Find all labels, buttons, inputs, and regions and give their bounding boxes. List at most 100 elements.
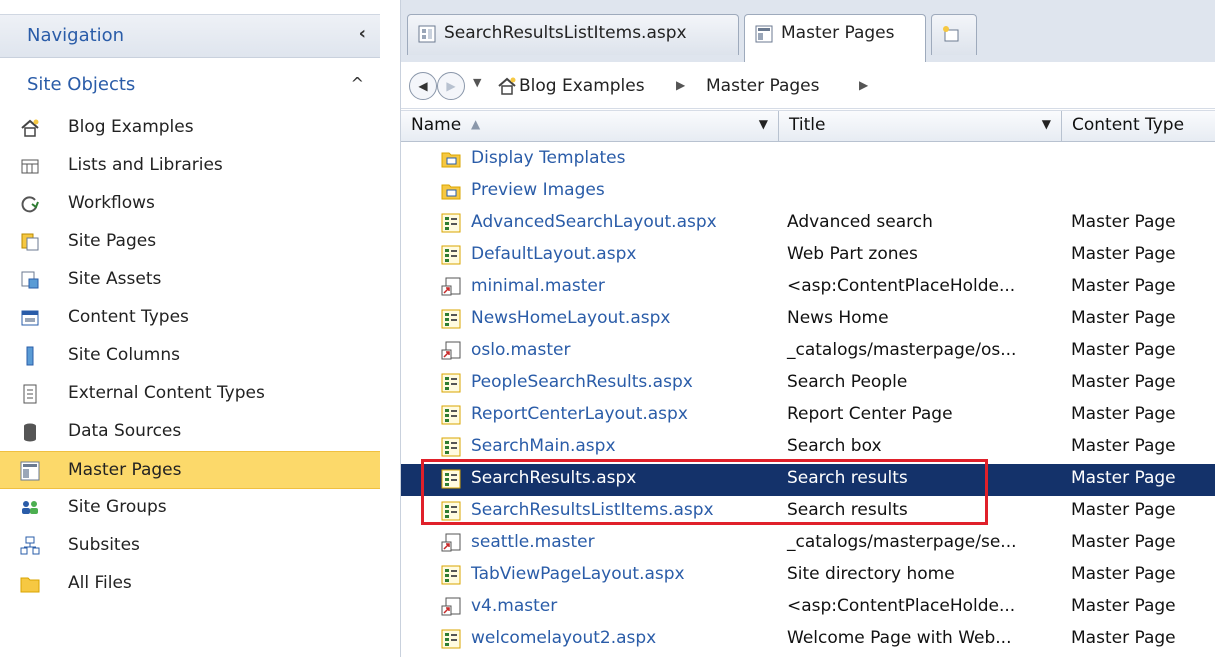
table-row[interactable]: Preview Images — [401, 176, 1215, 208]
home-icon — [498, 77, 516, 95]
sidebar-item-label: All Files — [68, 573, 132, 593]
collapse-pane-icon[interactable]: ‹ — [359, 23, 366, 44]
address-bar: ◀ ▶ ▼ Blog Examples ▶ Master Pages ▶ — [401, 62, 1215, 109]
file-title: News Home — [787, 308, 889, 328]
table-row[interactable]: seattle.master _catalogs/masterpage/se...… — [401, 528, 1215, 560]
tab-strip: SearchResultsListItems.aspx Master Pages — [401, 0, 1215, 63]
back-button[interactable]: ◀ — [409, 72, 437, 100]
column-header-title[interactable]: Title ▼ — [779, 111, 1062, 141]
sidebar-item-label: External Content Types — [68, 383, 265, 403]
pages-icon — [21, 233, 39, 251]
file-name[interactable]: DefaultLayout.aspx — [471, 244, 636, 264]
collapse-section-icon[interactable]: ^ — [351, 74, 364, 93]
column-header-content-type[interactable]: Content Type — [1062, 111, 1215, 141]
file-name[interactable]: TabViewPageLayout.aspx — [471, 564, 685, 584]
history-dropdown-icon[interactable]: ▼ — [473, 76, 481, 89]
file-title: Web Part zones — [787, 244, 918, 264]
breadcrumb-separator-icon[interactable]: ▶ — [859, 78, 868, 92]
file-name[interactable]: SearchMain.aspx — [471, 436, 616, 456]
table-row[interactable]: NewsHomeLayout.aspx News Home Master Page — [401, 304, 1215, 336]
tab-label: SearchResultsListItems.aspx — [444, 23, 687, 43]
table-row[interactable]: ReportCenterLayout.aspx Report Center Pag… — [401, 400, 1215, 432]
tab-master-pages[interactable]: Master Pages — [744, 14, 926, 63]
master-page-file-icon — [441, 277, 461, 296]
filter-dropdown-icon[interactable]: ▼ — [759, 117, 768, 131]
file-title: <asp:ContentPlaceHolde... — [787, 596, 1016, 616]
sidebar-item-label: Content Types — [68, 307, 189, 327]
external-icon — [23, 384, 37, 404]
file-name[interactable]: welcomelayout2.aspx — [471, 628, 656, 648]
table-row[interactable]: AdvancedSearchLayout.aspx Advanced search… — [401, 208, 1215, 240]
file-name[interactable]: PeopleSearchResults.aspx — [471, 372, 693, 392]
sidebar-item-label: Subsites — [68, 535, 140, 555]
workflow-icon — [21, 196, 39, 213]
page-layout-icon — [441, 437, 461, 457]
table-row[interactable]: Display Templates — [401, 144, 1215, 176]
page-file-icon — [418, 25, 436, 43]
sidebar-item-master-pages[interactable]: Master Pages — [0, 451, 380, 489]
folder-icon — [441, 152, 461, 168]
breadcrumb-separator-icon[interactable]: ▶ — [676, 78, 685, 92]
breadcrumb-blog-examples[interactable]: Blog Examples — [519, 76, 645, 96]
file-name[interactable]: AdvancedSearchLayout.aspx — [471, 212, 717, 232]
sidebar-item-site-pages[interactable]: Site Pages — [0, 223, 380, 261]
file-title: Report Center Page — [787, 404, 953, 424]
sidebar-item-workflows[interactable]: Workflows — [0, 185, 380, 223]
table-row[interactable]: PeopleSearchResults.aspx Search People Mas… — [401, 368, 1215, 400]
groups-icon — [22, 501, 38, 514]
file-name[interactable]: oslo.master — [471, 340, 570, 360]
sidebar-item-data-sources[interactable]: Data Sources — [0, 413, 380, 451]
file-name[interactable]: ReportCenterLayout.aspx — [471, 404, 688, 424]
sidebar-item-label: Lists and Libraries — [68, 155, 223, 175]
page-layout-icon — [441, 373, 461, 393]
file-content-type: Master Page — [1071, 340, 1176, 360]
file-name[interactable]: Display Templates — [471, 148, 626, 168]
file-name[interactable]: NewsHomeLayout.aspx — [471, 308, 670, 328]
column-headers: Name ▲ ▼ Title ▼ Content Type — [401, 110, 1215, 142]
site-objects-list: Blog Examples Lists and Libraries Workflow… — [0, 109, 380, 603]
sort-ascending-icon: ▲ — [471, 117, 481, 131]
site-objects-header[interactable]: Site Objects ^ — [0, 68, 380, 104]
tab-searchresultslistitems[interactable]: SearchResultsListItems.aspx — [407, 14, 739, 55]
forward-button[interactable]: ▶ — [437, 72, 465, 100]
table-row[interactable]: welcomelayout2.aspx Welcome Page with Web… — [401, 624, 1215, 656]
table-row[interactable]: v4.master <asp:ContentPlaceHolde... Master… — [401, 592, 1215, 624]
file-content-type: Master Page — [1071, 436, 1176, 456]
content-pane: SearchResultsListItems.aspx Master Pages… — [400, 0, 1215, 657]
file-title: _catalogs/masterpage/os... — [787, 340, 1017, 360]
table-row[interactable]: minimal.master <asp:ContentPlaceHolde... M… — [401, 272, 1215, 304]
sidebar-item-lists-and-libraries[interactable]: Lists and Libraries — [0, 147, 380, 185]
filter-dropdown-icon[interactable]: ▼ — [1042, 117, 1051, 131]
table-row[interactable]: DefaultLayout.aspx Web Part zones Master P… — [401, 240, 1215, 272]
sidebar-item-site-assets[interactable]: Site Assets — [0, 261, 380, 299]
content-types-icon — [21, 310, 39, 326]
file-content-type: Master Page — [1071, 244, 1176, 264]
table-row[interactable]: oslo.master _catalogs/masterpage/os... Mas… — [401, 336, 1215, 368]
sidebar-item-all-files[interactable]: All Files — [0, 565, 380, 603]
file-title: <asp:ContentPlaceHolde... — [787, 276, 1016, 296]
breadcrumb-master-pages[interactable]: Master Pages — [706, 76, 819, 96]
file-content-type: Master Page — [1071, 468, 1176, 488]
assets-icon — [21, 271, 39, 289]
page-layout-icon — [441, 565, 461, 585]
sidebar-item-blog-examples[interactable]: Blog Examples — [0, 109, 380, 147]
file-content-type: Master Page — [1071, 628, 1176, 648]
sidebar-item-subsites[interactable]: Subsites — [0, 527, 380, 565]
list-icon — [21, 159, 39, 174]
folder-icon — [20, 577, 40, 593]
file-name[interactable]: Preview Images — [471, 180, 605, 200]
sidebar-item-content-types[interactable]: Content Types — [0, 299, 380, 337]
file-name[interactable]: seattle.master — [471, 532, 595, 552]
page-layout-icon — [441, 309, 461, 329]
new-tab-button[interactable] — [931, 14, 977, 55]
table-row[interactable]: TabViewPageLayout.aspx Site directory hom… — [401, 560, 1215, 592]
file-name[interactable]: v4.master — [471, 596, 557, 616]
file-name[interactable]: minimal.master — [471, 276, 605, 296]
sidebar-item-site-groups[interactable]: Site Groups — [0, 489, 380, 527]
sidebar-item-site-columns[interactable]: Site Columns — [0, 337, 380, 375]
master-page-file-icon — [441, 533, 461, 552]
sidebar-item-external-content-types[interactable]: External Content Types — [0, 375, 380, 413]
file-title: Advanced search — [787, 212, 933, 232]
file-title: _catalogs/masterpage/se... — [787, 532, 1017, 552]
column-header-name[interactable]: Name ▲ ▼ — [401, 111, 779, 141]
